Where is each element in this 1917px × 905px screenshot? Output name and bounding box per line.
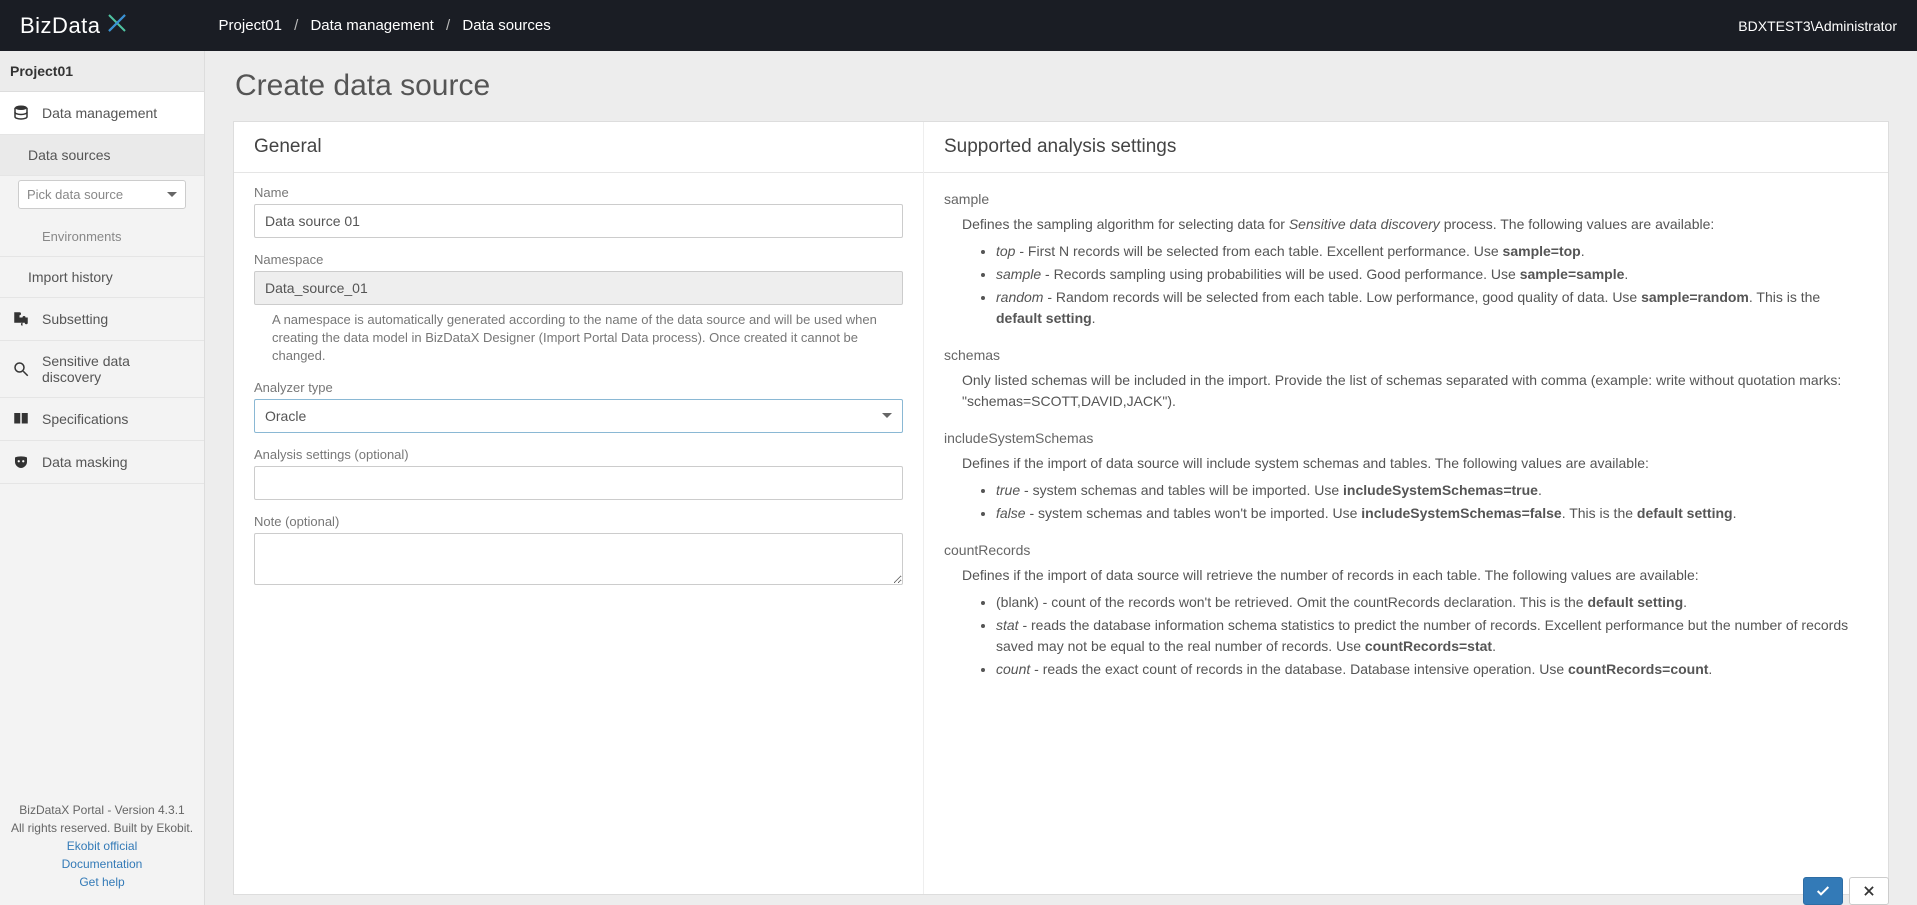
puzzle-icon xyxy=(12,310,30,328)
topbar: BizData Project01 / Data management / Da… xyxy=(0,0,1917,51)
analyzer-type-value: Oracle xyxy=(265,408,306,424)
help-body[interactable]: sample Defines the sampling algorithm fo… xyxy=(924,173,1888,894)
supported-heading: Supported analysis settings xyxy=(924,122,1888,173)
database-icon xyxy=(12,104,30,122)
note-label: Note (optional) xyxy=(254,514,903,529)
search-icon xyxy=(12,360,30,378)
sidebar-item-data-masking[interactable]: Data masking xyxy=(0,441,204,484)
analysis-settings-label: Analysis settings (optional) xyxy=(254,447,903,462)
breadcrumb-datasources[interactable]: Data sources xyxy=(462,17,550,34)
sidebar-footer: BizDataX Portal - Version 4.3.1 All righ… xyxy=(0,787,204,905)
content-card: General Name Namespace A namespace is au… xyxy=(233,121,1889,895)
sidebar-item-specifications[interactable]: Specifications xyxy=(0,398,204,441)
help-key-count: countRecords xyxy=(944,540,1868,561)
namespace-hint: A namespace is automatically generated a… xyxy=(254,311,903,366)
namespace-label: Namespace xyxy=(254,252,903,267)
footer-link-ekobit[interactable]: Ekobit official xyxy=(6,837,198,855)
pick-source-placeholder: Pick data source xyxy=(27,187,123,202)
sidebar-item-environments[interactable]: Environments xyxy=(0,217,204,257)
breadcrumb-project[interactable]: Project01 xyxy=(219,17,282,34)
footer-version: BizDataX Portal - Version 4.3.1 xyxy=(6,801,198,819)
name-input[interactable] xyxy=(254,204,903,238)
note-input[interactable] xyxy=(254,533,903,585)
sidebar-item-label: Import history xyxy=(28,269,113,285)
help-key-include: includeSystemSchemas xyxy=(944,428,1868,449)
chevron-down-icon xyxy=(167,192,177,197)
sidebar-item-label: Data management xyxy=(42,105,157,121)
help-list-sample: top - First N records will be selected f… xyxy=(996,241,1868,329)
general-panel: General Name Namespace A namespace is au… xyxy=(234,122,924,894)
help-desc-count: Defines if the import of data source wil… xyxy=(962,565,1868,586)
help-key-sample: sample xyxy=(944,189,1868,210)
close-icon xyxy=(1862,884,1876,898)
breadcrumb-sep: / xyxy=(446,17,450,34)
mask-icon xyxy=(12,453,30,471)
footer-link-help[interactable]: Get help xyxy=(6,873,198,891)
sidebar-item-label: Environments xyxy=(42,229,121,244)
breadcrumb: Project01 / Data management / Data sourc… xyxy=(219,17,551,34)
logo[interactable]: BizData xyxy=(20,11,129,41)
cancel-button[interactable] xyxy=(1849,877,1889,905)
sidebar-item-import-history[interactable]: Import history xyxy=(0,257,204,298)
main: Create data source General Name Namespac… xyxy=(205,51,1917,905)
help-desc-sample: Defines the sampling algorithm for selec… xyxy=(962,214,1868,235)
sidebar-item-sensitive-discovery[interactable]: Sensitive data discovery xyxy=(0,341,204,398)
namespace-input xyxy=(254,271,903,305)
page-title: Create data source xyxy=(205,51,1917,121)
general-heading: General xyxy=(234,122,923,173)
help-list-count: (blank) - count of the records won't be … xyxy=(996,592,1868,680)
breadcrumb-datamgmt[interactable]: Data management xyxy=(310,17,433,34)
sidebar: Project01 Data management Data sources P… xyxy=(0,51,205,905)
user-label[interactable]: BDXTEST3\Administrator xyxy=(1738,18,1897,34)
sidebar-item-label: Sensitive data discovery xyxy=(42,353,192,385)
sidebar-item-subsetting[interactable]: Subsetting xyxy=(0,298,204,341)
confirm-button[interactable] xyxy=(1803,877,1843,905)
analysis-settings-input[interactable] xyxy=(254,466,903,500)
chevron-down-icon xyxy=(882,413,892,418)
analyzer-type-label: Analyzer type xyxy=(254,380,903,395)
help-desc-schemas: Only listed schemas will be included in … xyxy=(962,370,1868,412)
analyzer-type-select[interactable]: Oracle xyxy=(254,399,903,433)
supported-panel: Supported analysis settings sample Defin… xyxy=(924,122,1888,894)
sidebar-item-data-sources[interactable]: Data sources xyxy=(0,135,204,176)
name-label: Name xyxy=(254,185,903,200)
logo-text: BizData xyxy=(20,13,101,39)
help-key-schemas: schemas xyxy=(944,345,1868,366)
logo-x-icon xyxy=(105,11,129,41)
breadcrumb-sep: / xyxy=(294,17,298,34)
footer-link-docs[interactable]: Documentation xyxy=(6,855,198,873)
sidebar-item-data-management[interactable]: Data management xyxy=(0,92,204,135)
help-list-include: true - system schemas and tables will be… xyxy=(996,480,1868,524)
action-bar xyxy=(1803,877,1889,905)
sidebar-nav: Data management Data sources Pick data s… xyxy=(0,92,204,787)
footer-rights: All rights reserved. Built by Ekobit. xyxy=(6,819,198,837)
sidebar-item-label: Data sources xyxy=(28,147,110,163)
help-desc-include: Defines if the import of data source wil… xyxy=(962,453,1868,474)
sidebar-item-label: Data masking xyxy=(42,454,128,470)
sidebar-item-label: Subsetting xyxy=(42,311,108,327)
pick-data-source-select[interactable]: Pick data source xyxy=(18,180,186,209)
sidebar-item-label: Specifications xyxy=(42,411,128,427)
project-header: Project01 xyxy=(0,51,204,92)
book-icon xyxy=(12,410,30,428)
check-icon xyxy=(1815,883,1831,899)
